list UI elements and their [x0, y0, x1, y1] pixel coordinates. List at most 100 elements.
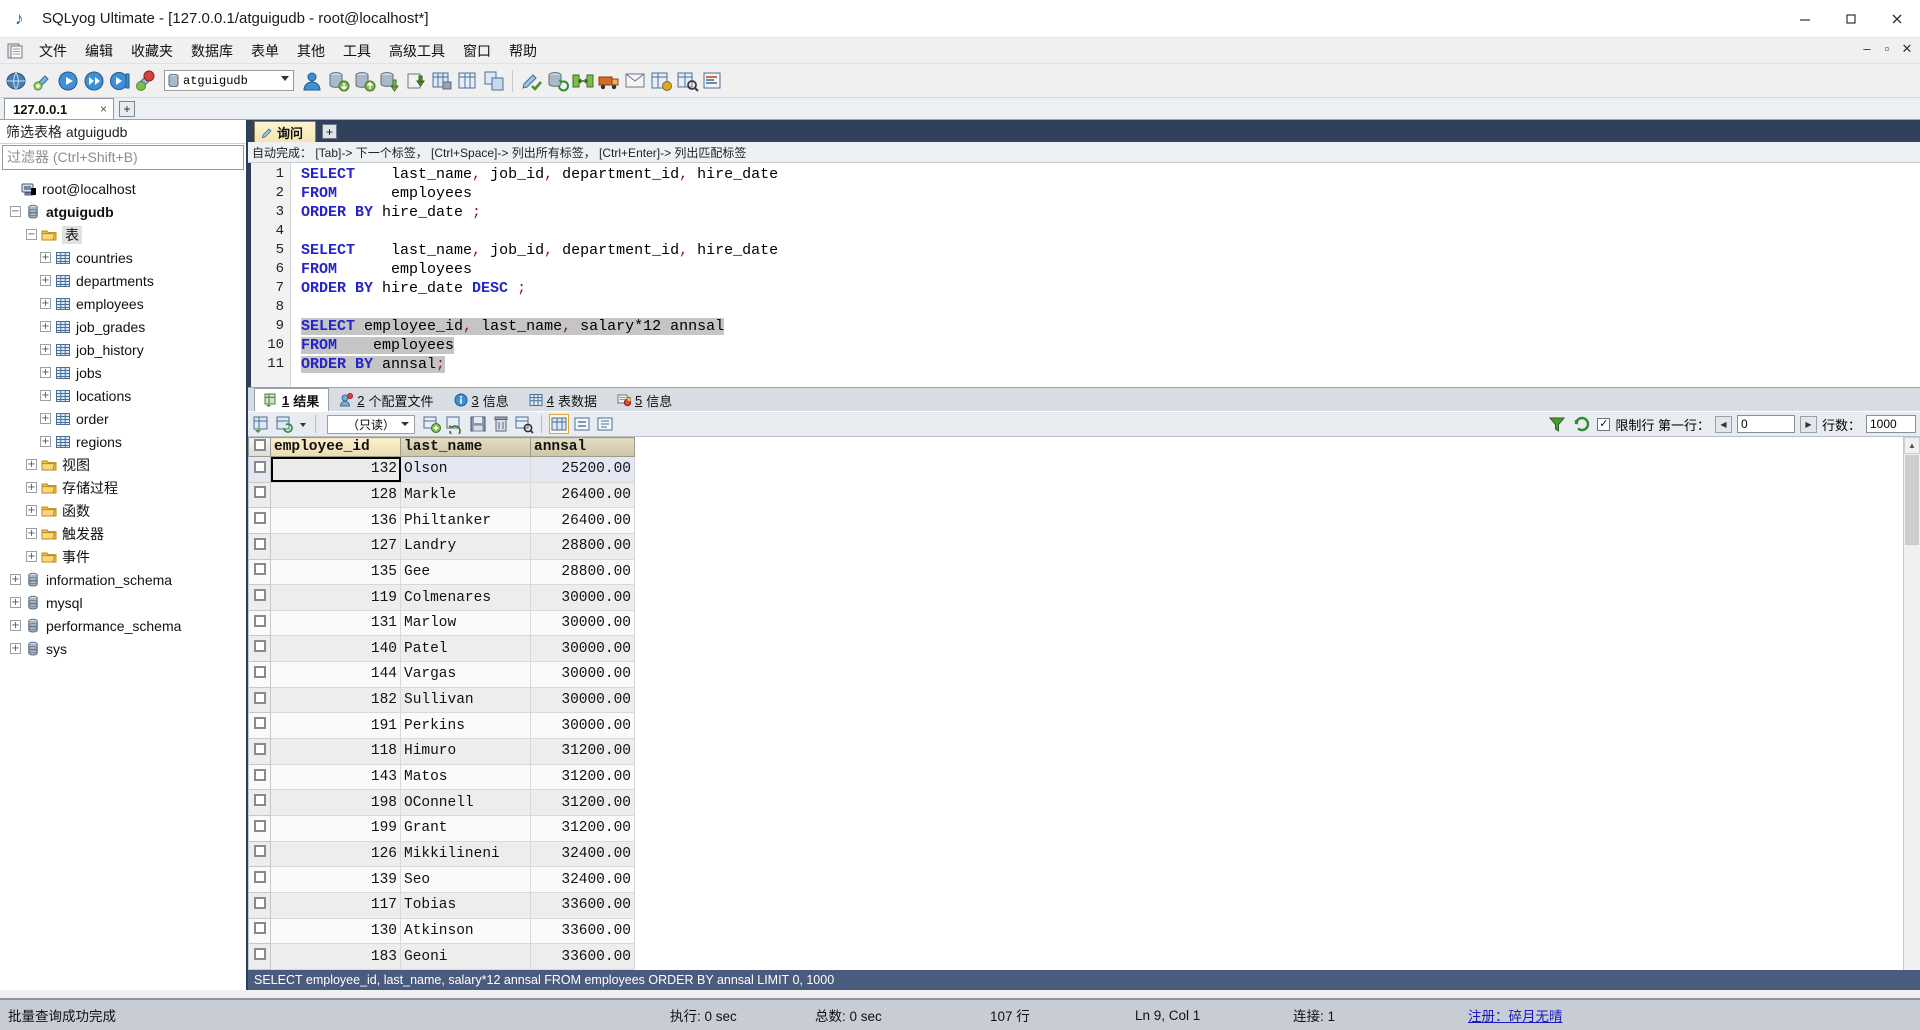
- menu-tools[interactable]: 工具: [334, 38, 380, 64]
- cell-last_name[interactable]: Tobias: [400, 891, 531, 919]
- cell-annsal[interactable]: 33600.00: [530, 943, 635, 970]
- import-external-data-icon[interactable]: [378, 69, 402, 93]
- result-tab-5[interactable]: 5 信息: [607, 388, 682, 411]
- expand-toggle-icon[interactable]: +: [40, 413, 51, 424]
- cell-last_name[interactable]: Gee: [400, 558, 531, 586]
- scroll-up-button[interactable]: ▲: [1904, 437, 1920, 454]
- menu-favorites[interactable]: 收藏夹: [122, 38, 182, 64]
- tree-node-[interactable]: + 视图: [0, 453, 246, 476]
- expand-toggle-icon[interactable]: +: [10, 574, 21, 585]
- cell-annsal[interactable]: 31200.00: [530, 763, 635, 791]
- cell-last_name[interactable]: Olson: [400, 456, 531, 483]
- cell-last_name[interactable]: OConnell: [400, 789, 531, 816]
- row-select-checkbox[interactable]: [248, 891, 271, 919]
- tree-node-[interactable]: + 函数: [0, 499, 246, 522]
- cell-employee_id[interactable]: 139: [270, 866, 401, 893]
- table-row[interactable]: 136 Philtanker 26400.00: [248, 507, 635, 534]
- grid-layout-icon[interactable]: [549, 414, 569, 434]
- database-selector[interactable]: atguigudb: [164, 70, 294, 91]
- cell-employee_id[interactable]: 130: [270, 917, 401, 945]
- scheduled-backup-icon[interactable]: [597, 69, 621, 93]
- sql-code-area[interactable]: SELECT last_name, job_id, department_id,…: [291, 163, 1920, 387]
- data-search-icon[interactable]: [675, 69, 699, 93]
- collapse-toggle-icon[interactable]: −: [26, 229, 37, 240]
- row-select-checkbox[interactable]: [248, 635, 271, 663]
- expand-toggle-icon[interactable]: +: [26, 551, 37, 562]
- expand-toggle-icon[interactable]: +: [26, 505, 37, 516]
- menu-powertools[interactable]: 高级工具: [380, 38, 454, 64]
- tree-node-departments[interactable]: + departments: [0, 269, 246, 292]
- code-line[interactable]: ORDER BY annsal;: [301, 355, 1920, 374]
- cell-last_name[interactable]: Marlow: [400, 609, 531, 637]
- code-line[interactable]: ORDER BY hire_date DESC ;: [301, 279, 1920, 298]
- cell-employee_id[interactable]: 118: [270, 738, 401, 765]
- tree-node-countries[interactable]: + countries: [0, 246, 246, 269]
- save-changes-icon[interactable]: [468, 414, 488, 434]
- cell-annsal[interactable]: 28800.00: [530, 558, 635, 586]
- table-row[interactable]: 144 Vargas 30000.00: [248, 661, 635, 688]
- filter-input[interactable]: 过滤器 (Ctrl+Shift+B): [2, 145, 244, 170]
- form-view-icon[interactable]: [572, 414, 592, 434]
- query-tab[interactable]: 询问: [254, 121, 317, 142]
- cell-employee_id[interactable]: 128: [270, 481, 401, 509]
- column-header-last_name[interactable]: last_name: [400, 437, 531, 457]
- table-row[interactable]: 118 Himuro 31200.00: [248, 738, 635, 765]
- cell-last_name[interactable]: Perkins: [400, 712, 531, 740]
- tree-node-job_history[interactable]: + job_history: [0, 338, 246, 361]
- menu-help[interactable]: 帮助: [500, 38, 546, 64]
- cell-last_name[interactable]: Seo: [400, 866, 531, 893]
- cell-employee_id[interactable]: 182: [270, 686, 401, 714]
- export-data-icon[interactable]: [404, 69, 428, 93]
- table-row[interactable]: 191 Perkins 30000.00: [248, 712, 635, 740]
- limit-rows-checkbox[interactable]: ✓: [1597, 417, 1611, 431]
- expand-toggle-icon[interactable]: +: [10, 597, 21, 608]
- result-tab-1[interactable]: 1 结果: [254, 388, 330, 411]
- query-builder-icon[interactable]: [649, 69, 673, 93]
- tree-node-[interactable]: + 事件: [0, 545, 246, 568]
- grid-refresh-icon[interactable]: [275, 414, 295, 434]
- cell-annsal[interactable]: 25200.00: [530, 456, 635, 483]
- cell-employee_id[interactable]: 119: [270, 584, 401, 611]
- cell-employee_id[interactable]: 136: [270, 507, 401, 534]
- expand-toggle-icon[interactable]: +: [40, 298, 51, 309]
- row-select-checkbox[interactable]: [248, 609, 271, 637]
- row-select-checkbox[interactable]: [248, 866, 271, 893]
- maximize-button[interactable]: [1828, 0, 1874, 38]
- grid-view-icon[interactable]: [252, 414, 272, 434]
- code-line[interactable]: FROM employees: [301, 184, 1920, 203]
- row-select-checkbox[interactable]: [248, 661, 271, 688]
- expand-toggle-icon[interactable]: +: [40, 344, 51, 355]
- expand-toggle-icon[interactable]: +: [26, 482, 37, 493]
- cell-last_name[interactable]: Philtanker: [400, 507, 531, 534]
- row-select-checkbox[interactable]: [248, 789, 271, 816]
- cell-last_name[interactable]: Patel: [400, 635, 531, 663]
- table-row[interactable]: 130 Atkinson 33600.00: [248, 917, 635, 945]
- cell-annsal[interactable]: 26400.00: [530, 507, 635, 534]
- menu-edit[interactable]: 编辑: [76, 38, 122, 64]
- cell-annsal[interactable]: 30000.00: [530, 661, 635, 688]
- tree-node-job_grades[interactable]: + job_grades: [0, 315, 246, 338]
- connection-tab-127-0-0-1[interactable]: 127.0.0.1 ×: [4, 98, 114, 119]
- new-connection-icon[interactable]: [4, 69, 28, 93]
- row-select-checkbox[interactable]: [248, 532, 271, 560]
- tree-node-[interactable]: + 存储过程: [0, 476, 246, 499]
- row-select-checkbox[interactable]: [248, 712, 271, 740]
- collapse-toggle-icon[interactable]: −: [10, 206, 21, 217]
- result-grid-scrollbar[interactable]: ▲: [1903, 437, 1920, 970]
- cell-employee_id[interactable]: 144: [270, 661, 401, 688]
- restore-database-icon[interactable]: [352, 69, 376, 93]
- cell-last_name[interactable]: Matos: [400, 763, 531, 791]
- readonly-mode-selector[interactable]: （只读）: [327, 414, 415, 434]
- row-select-checkbox[interactable]: [248, 481, 271, 509]
- code-line[interactable]: FROM employees: [301, 260, 1920, 279]
- tree-node-order[interactable]: + order: [0, 407, 246, 430]
- cell-last_name[interactable]: Markle: [400, 481, 531, 509]
- menu-database[interactable]: 数据库: [182, 38, 242, 64]
- tree-node-atguigudb[interactable]: − atguigudb: [0, 200, 246, 223]
- mdi-restore-button[interactable]: ▫: [1880, 41, 1894, 57]
- cell-annsal[interactable]: 30000.00: [530, 712, 635, 740]
- cell-last_name[interactable]: Mikkilineni: [400, 840, 531, 868]
- table-row[interactable]: 143 Matos 31200.00: [248, 763, 635, 791]
- text-view-icon[interactable]: [595, 414, 615, 434]
- expand-toggle-icon[interactable]: +: [10, 620, 21, 631]
